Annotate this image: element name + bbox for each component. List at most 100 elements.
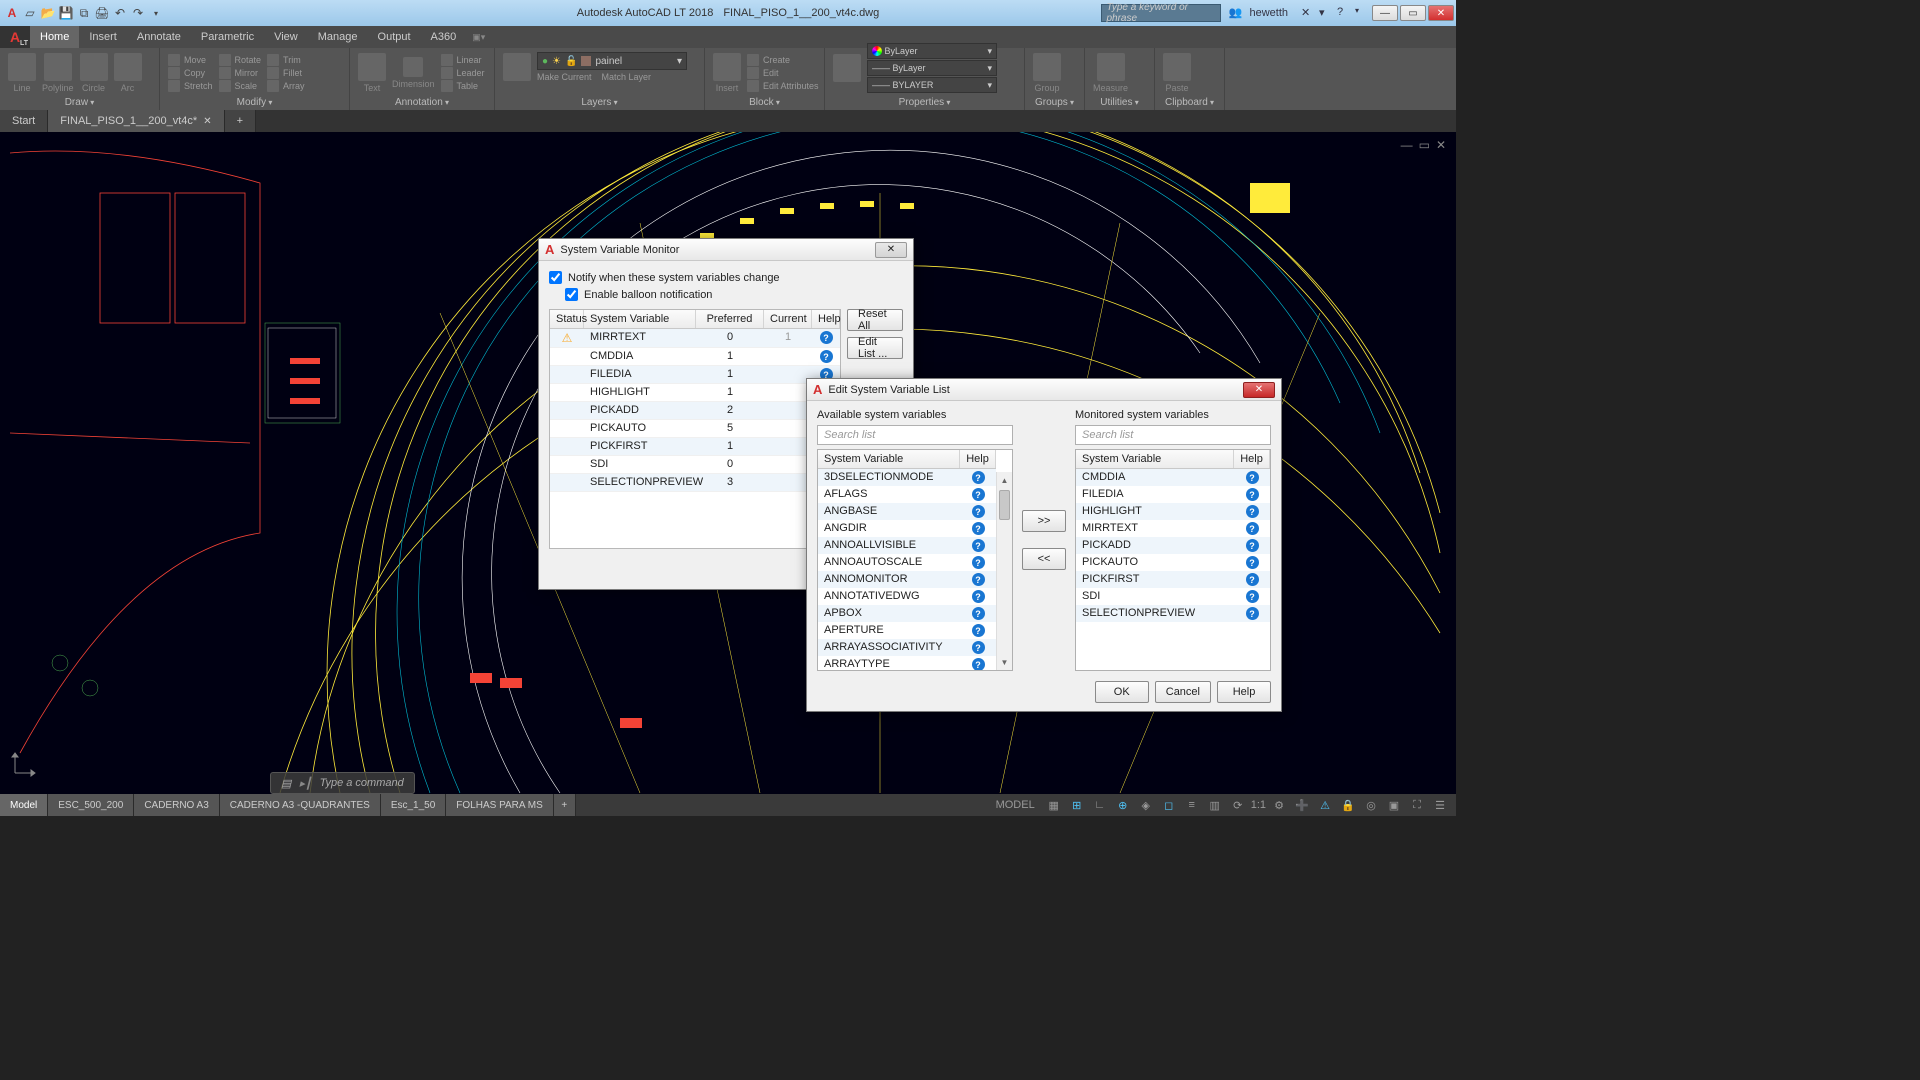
help-icon[interactable]: ? — [972, 658, 985, 671]
balloon-checkbox[interactable]: Enable balloon notification — [565, 286, 903, 303]
help-icon[interactable]: ? — [820, 350, 833, 363]
command-line[interactable]: ▤ ▸┃ Type a command — [270, 772, 415, 794]
window-minimize-button[interactable]: — — [1372, 5, 1398, 21]
help-icon[interactable]: ? — [972, 641, 985, 654]
help-icon[interactable]: ? — [1246, 590, 1259, 603]
sysvar-row[interactable]: PICKAUTO5? — [550, 420, 840, 438]
menu-tab-view[interactable]: View — [264, 26, 308, 48]
layout-tab[interactable]: ESC_500_200 — [48, 794, 134, 816]
available-list[interactable]: System VariableHelp 3DSELECTIONMODE?AFLA… — [817, 449, 1013, 671]
available-row[interactable]: ANNOTATIVEDWG? — [818, 588, 996, 605]
status-transp-icon[interactable]: ▥ — [1205, 796, 1225, 814]
help-icon[interactable]: ? — [1246, 522, 1259, 535]
cmd-history-icon[interactable]: ▤ — [281, 777, 291, 790]
edit-list-button[interactable]: Edit List ... — [847, 337, 903, 359]
status-gear-icon[interactable]: ⚙ — [1269, 796, 1289, 814]
available-row[interactable]: ARRAYTYPE? — [818, 656, 996, 671]
qat-redo-icon[interactable]: ↷ — [130, 5, 146, 21]
status-model-label[interactable]: MODEL — [990, 796, 1041, 814]
viewport-controls[interactable]: —▭✕ — [1401, 138, 1446, 152]
qat-undo-icon[interactable]: ↶ — [112, 5, 128, 21]
reset-all-button[interactable]: Reset All — [847, 309, 903, 331]
sysvar-row[interactable]: ⚠MIRRTEXT01? — [550, 329, 840, 348]
help-icon[interactable]: ? — [1246, 505, 1259, 518]
insert-button[interactable]: Insert — [713, 53, 741, 93]
col-status[interactable]: Status — [550, 310, 584, 328]
help-icon[interactable]: ? — [1246, 556, 1259, 569]
circle-button[interactable]: Circle — [80, 53, 108, 93]
help-icon[interactable]: ? — [1246, 471, 1259, 484]
menu-tab-insert[interactable]: Insert — [79, 26, 127, 48]
help-icon[interactable]: ? — [1246, 488, 1259, 501]
help-icon[interactable]: ? — [972, 522, 985, 535]
polyline-button[interactable]: Polyline — [42, 53, 74, 93]
layer-dropdown[interactable]: ●☀🔓painel▾ — [537, 52, 687, 70]
match-properties-button[interactable] — [833, 54, 861, 82]
qat-plot-icon[interactable]: 🖨 — [94, 5, 110, 21]
lineweight-dropdown[interactable]: —— ByLayer▾ — [867, 60, 997, 76]
monitored-row[interactable]: SDI? — [1076, 588, 1270, 605]
help-icon[interactable]: ? — [1246, 573, 1259, 586]
available-row[interactable]: APBOX? — [818, 605, 996, 622]
layout-tab[interactable]: FOLHAS PARA MS — [446, 794, 554, 816]
sysvar-row[interactable]: SDI0? — [550, 456, 840, 474]
help-icon[interactable]: ? — [1246, 607, 1259, 620]
qat-saveas-icon[interactable]: ⧉ — [76, 5, 92, 21]
available-row[interactable]: ANNOALLVISIBLE? — [818, 537, 996, 554]
layout-tab[interactable]: CADERNO A3 -QUADRANTES — [220, 794, 381, 816]
color-dropdown[interactable]: ByLayer▾ — [867, 43, 997, 59]
file-tab-new[interactable]: + — [225, 110, 256, 132]
layout-tab[interactable]: Model — [0, 794, 48, 816]
help-icon[interactable]: ? — [972, 607, 985, 620]
sysvar-row[interactable]: HIGHLIGHT1? — [550, 384, 840, 402]
col-cur[interactable]: Current — [764, 310, 812, 328]
move-right-button[interactable]: >> — [1022, 510, 1066, 532]
layout-tab[interactable]: Esc_1_50 — [381, 794, 446, 816]
ribbon-minimize-icon[interactable]: ▣▾ — [472, 32, 485, 43]
monitored-row[interactable]: PICKADD? — [1076, 537, 1270, 554]
sysvar-row[interactable]: CMDDIA1? — [550, 348, 840, 366]
paste-button[interactable]: Paste — [1163, 53, 1191, 93]
monitored-row[interactable]: SELECTIONPREVIEW? — [1076, 605, 1270, 622]
monitored-row[interactable]: FILEDIA? — [1076, 486, 1270, 503]
dimension-button[interactable]: Dimension — [392, 57, 435, 89]
file-tab-start[interactable]: Start — [0, 110, 48, 132]
stayconnected-icon[interactable]: ▾ — [1316, 6, 1330, 20]
status-osnap-icon[interactable]: ◻ — [1159, 796, 1179, 814]
monitored-row[interactable]: PICKFIRST? — [1076, 571, 1270, 588]
editlist-ok-button[interactable]: OK — [1095, 681, 1149, 703]
status-sysvarmon-icon[interactable]: ⚠ — [1315, 796, 1335, 814]
status-lwt-icon[interactable]: ≡ — [1182, 796, 1202, 814]
status-snap-icon[interactable]: ⊞ — [1067, 796, 1087, 814]
layout-tab[interactable]: CADERNO A3 — [134, 794, 219, 816]
sysvar-row[interactable]: PICKADD2? — [550, 402, 840, 420]
menu-tab-a360[interactable]: A360 — [421, 26, 467, 48]
layout-tab-new[interactable]: + — [554, 794, 576, 816]
help-icon[interactable]: ? — [972, 556, 985, 569]
measure-button[interactable]: Measure — [1093, 53, 1128, 93]
monitored-row[interactable]: MIRRTEXT? — [1076, 520, 1270, 537]
status-hardware-icon[interactable]: ▣ — [1384, 796, 1404, 814]
app-logo[interactable]: ALT — [0, 26, 30, 48]
tab-close-icon[interactable]: ✕ — [203, 116, 211, 127]
editlist-close-button[interactable]: ✕ — [1243, 382, 1275, 398]
available-search-input[interactable]: Search list — [817, 425, 1013, 445]
col-var[interactable]: System Variable — [584, 310, 696, 328]
help-icon[interactable]: ? — [972, 488, 985, 501]
arc-button[interactable]: Arc — [114, 53, 142, 93]
help-icon[interactable]: ? — [972, 539, 985, 552]
available-row[interactable]: APERTURE? — [818, 622, 996, 639]
qat-open-icon[interactable]: 📂 — [40, 5, 56, 21]
window-close-button[interactable]: ✕ — [1428, 5, 1454, 21]
qat-save-icon[interactable]: 💾 — [58, 5, 74, 21]
status-ortho-icon[interactable]: ∟ — [1090, 796, 1110, 814]
available-row[interactable]: ANNOAUTOSCALE? — [818, 554, 996, 571]
status-custom-icon[interactable]: ☰ — [1430, 796, 1450, 814]
menu-tab-output[interactable]: Output — [368, 26, 421, 48]
status-lock-icon[interactable]: 🔒 — [1338, 796, 1358, 814]
available-row[interactable]: AFLAGS? — [818, 486, 996, 503]
notify-checkbox[interactable]: Notify when these system variables chang… — [549, 269, 903, 286]
status-polar-icon[interactable]: ⊕ — [1113, 796, 1133, 814]
available-row[interactable]: ANGDIR? — [818, 520, 996, 537]
editlist-cancel-button[interactable]: Cancel — [1155, 681, 1211, 703]
